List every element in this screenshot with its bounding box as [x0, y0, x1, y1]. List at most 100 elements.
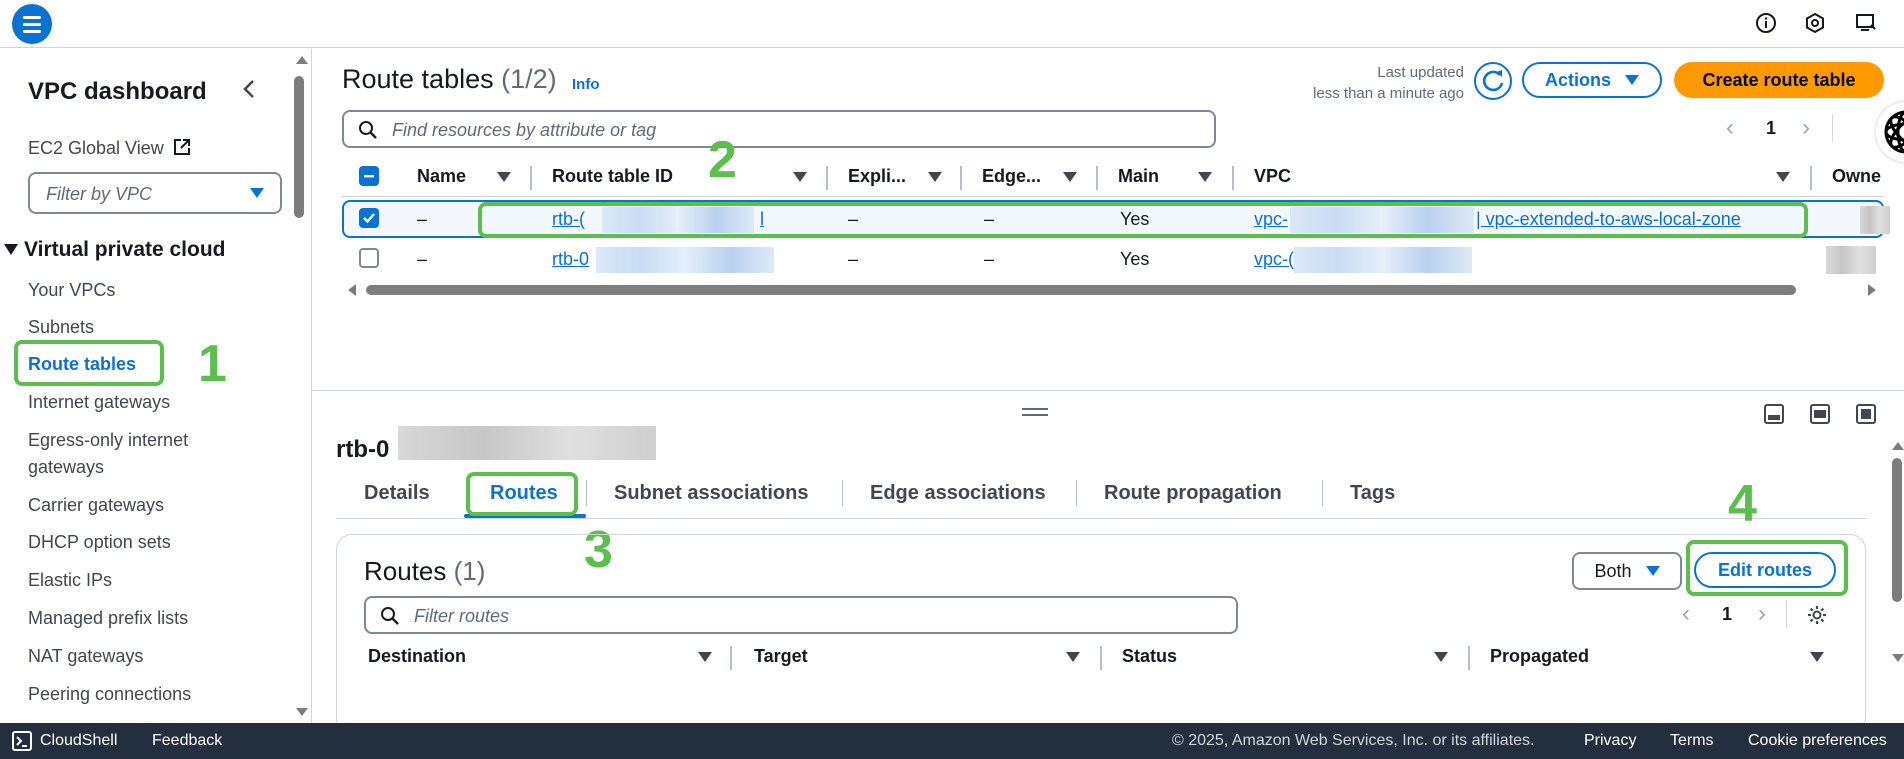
sidebar-item-egress-only-line2[interactable]: gateways [28, 457, 104, 478]
column-divider[interactable] [1096, 166, 1098, 190]
column-header-route-table-id[interactable]: Route table ID [552, 166, 673, 187]
minus-icon [364, 175, 374, 178]
next-page-icon[interactable]: › [1758, 600, 1766, 628]
vpc-filter-select[interactable]: Filter by VPC [28, 172, 282, 214]
column-divider[interactable] [1100, 646, 1102, 670]
select-all-checkbox[interactable] [359, 166, 379, 186]
annotation-number-1: 1 [198, 335, 227, 393]
gear-icon[interactable] [1806, 604, 1828, 632]
sort-icon[interactable] [497, 172, 511, 182]
cloudshell-link[interactable]: CloudShell [40, 732, 117, 750]
column-header-main[interactable]: Main [1118, 166, 1159, 187]
table-horizontal-scrollbar[interactable] [366, 285, 1796, 295]
sidebar-item-subnets[interactable]: Subnets [28, 317, 94, 338]
hamburger-icon[interactable] [12, 4, 52, 44]
sidebar-scrollbar[interactable] [294, 76, 304, 218]
sidebar-item-egress-only-line1[interactable]: Egress-only internet [28, 430, 188, 451]
sidebar-item-your-vpcs[interactable]: Your VPCs [28, 280, 115, 301]
section-virtual-private-cloud[interactable]: Virtual private cloud [4, 238, 226, 262]
column-header-explicit[interactable]: Expli... [848, 166, 906, 187]
tab-tags[interactable]: Tags [1350, 482, 1395, 505]
sidebar-item-internet-gateways[interactable]: Internet gateways [28, 392, 170, 413]
feedback-link[interactable]: Feedback [152, 732, 222, 750]
sidebar-title[interactable]: VPC dashboard [28, 78, 207, 106]
scroll-up-icon[interactable] [1892, 442, 1904, 450]
sidebar-item-managed-prefix-lists[interactable]: Managed prefix lists [28, 608, 188, 629]
settings-icon[interactable] [1851, 8, 1881, 38]
notifications-icon[interactable] [1800, 8, 1830, 38]
column-divider[interactable] [1468, 646, 1470, 670]
cloudshell-icon[interactable] [12, 731, 32, 756]
row-checkbox[interactable] [359, 248, 379, 268]
refresh-button[interactable] [1474, 62, 1512, 100]
column-divider[interactable] [730, 646, 732, 670]
sort-icon[interactable] [1063, 172, 1077, 182]
detail-scrollbar[interactable] [1892, 458, 1902, 602]
scroll-right-icon[interactable] [1868, 284, 1876, 296]
routes-page-number[interactable]: 1 [1722, 604, 1732, 625]
actions-button[interactable]: Actions [1522, 62, 1662, 98]
tab-route-propagation[interactable]: Route propagation [1104, 482, 1282, 505]
info-icon[interactable] [1751, 8, 1781, 38]
row-checkbox[interactable] [359, 208, 379, 228]
route-table-id-link[interactable]: rtb-0 [552, 249, 589, 270]
sort-icon[interactable] [1776, 172, 1790, 182]
resize-handle-icon[interactable] [1022, 408, 1048, 416]
column-divider[interactable] [1810, 166, 1812, 190]
ec2-global-view-link[interactable]: EC2 Global View [28, 138, 191, 159]
panel-full-icon[interactable] [1856, 404, 1876, 424]
sort-icon[interactable] [1810, 652, 1824, 662]
privacy-link[interactable]: Privacy [1584, 732, 1636, 750]
filter-routes-input[interactable]: Filter routes [364, 596, 1238, 634]
tab-divider [842, 480, 843, 506]
column-divider[interactable] [530, 166, 532, 190]
previous-page-icon[interactable]: ‹ [1726, 114, 1734, 142]
column-header-owner[interactable]: Owne [1832, 166, 1881, 187]
scroll-down-icon[interactable] [296, 708, 308, 716]
sort-icon[interactable] [793, 172, 807, 182]
column-header-target[interactable]: Target [754, 646, 808, 667]
column-header-destination[interactable]: Destination [368, 646, 466, 667]
terms-link[interactable]: Terms [1670, 732, 1714, 750]
tab-subnet-associations[interactable]: Subnet associations [614, 482, 809, 505]
sort-icon[interactable] [1066, 652, 1080, 662]
cookie-preferences-link[interactable]: Cookie preferences [1748, 732, 1887, 750]
scroll-down-icon[interactable] [1892, 654, 1904, 662]
column-header-propagated[interactable]: Propagated [1490, 646, 1589, 667]
tab-details[interactable]: Details [364, 482, 430, 505]
column-header-name[interactable]: Name [417, 166, 466, 187]
column-divider[interactable] [1232, 166, 1234, 190]
column-divider[interactable] [826, 166, 828, 190]
tab-edge-associations[interactable]: Edge associations [870, 482, 1046, 505]
vpc-link[interactable]: vpc-( [1254, 249, 1294, 270]
annotation-box-4 [1686, 540, 1848, 596]
collapse-sidebar-icon[interactable] [240, 76, 258, 107]
scroll-up-icon[interactable] [296, 56, 308, 64]
create-route-table-button[interactable]: Create route table [1674, 62, 1884, 98]
column-header-status[interactable]: Status [1122, 646, 1177, 667]
panel-side-icon[interactable] [1810, 404, 1830, 424]
annotation-box-2 [478, 202, 1808, 238]
sort-icon[interactable] [928, 172, 942, 182]
assistant-logo-icon[interactable] [1876, 102, 1904, 162]
route-type-select[interactable]: Both [1572, 552, 1682, 590]
panel-bottom-icon[interactable] [1764, 404, 1784, 424]
column-header-edge[interactable]: Edge... [982, 166, 1041, 187]
column-divider[interactable] [960, 166, 962, 190]
previous-page-icon[interactable]: ‹ [1682, 600, 1690, 628]
sidebar-item-carrier-gateways[interactable]: Carrier gateways [28, 495, 164, 516]
sidebar-item-nat-gateways[interactable]: NAT gateways [28, 646, 143, 667]
scroll-left-icon[interactable] [348, 284, 356, 296]
column-header-vpc[interactable]: VPC [1254, 166, 1291, 187]
next-page-icon[interactable]: › [1802, 114, 1810, 142]
sidebar-item-dhcp-option-sets[interactable]: DHCP option sets [28, 532, 171, 553]
sidebar-item-elastic-ips[interactable]: Elastic IPs [28, 570, 112, 591]
sort-icon[interactable] [1198, 172, 1212, 182]
page-number[interactable]: 1 [1766, 118, 1776, 139]
vpc-filter-placeholder: Filter by VPC [46, 184, 153, 204]
sort-icon[interactable] [1434, 652, 1448, 662]
info-link[interactable]: Info [572, 76, 600, 93]
sort-icon[interactable] [698, 652, 712, 662]
sidebar-item-peering-connections[interactable]: Peering connections [28, 684, 191, 705]
search-input[interactable]: Find resources by attribute or tag [342, 110, 1216, 148]
